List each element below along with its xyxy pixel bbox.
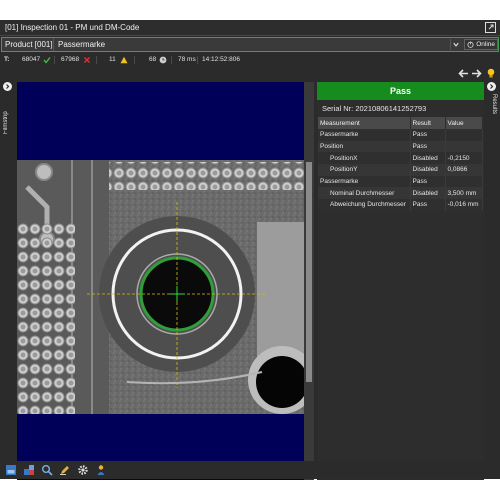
chevron-down-icon[interactable] [450, 39, 461, 50]
status-banner: Pass [317, 82, 484, 100]
arrow-left-icon[interactable] [458, 68, 469, 79]
settings-icon[interactable] [77, 464, 89, 476]
user-icon[interactable] [95, 464, 107, 476]
stats-divider [96, 56, 97, 64]
results-table: Measurement Result Value Passermarke Pas… [318, 117, 483, 211]
stats-duration: 78 ms [178, 56, 196, 63]
edit-icon[interactable] [59, 464, 71, 476]
product-label: Product [001] [5, 40, 53, 49]
cross-icon [84, 57, 90, 63]
result-cell: Pass [410, 140, 446, 153]
value-cell [445, 129, 483, 141]
inspection-image [17, 160, 304, 414]
measurement-cell: Position [318, 140, 411, 153]
expand-filmstrip-button[interactable] [3, 82, 12, 91]
popout-icon[interactable] [485, 22, 496, 33]
app-root: [01] Inspection 01 - PM und DM-Code Prod… [0, 0, 500, 500]
value-cell: -0,2150 [445, 152, 483, 165]
results-rail[interactable]: Results [485, 80, 499, 460]
measurement-cell: Passermarke [318, 175, 411, 188]
result-cell: Disabled [410, 152, 446, 165]
table-row[interactable]: PositionX Disabled -0,2150 [318, 152, 483, 165]
filmstrip-label: Filmstrip [3, 111, 9, 134]
value-cell: 0,0866 [445, 164, 483, 176]
measurement-cell: Passermarke [318, 129, 411, 141]
search-icon[interactable] [41, 464, 53, 476]
check-icon [43, 57, 51, 64]
stats-divider [134, 56, 135, 64]
stats-time: 14:12:52:806 [202, 56, 240, 63]
product-selector[interactable]: Product [001] Passermarke Online [1, 37, 499, 52]
result-cell: Pass [410, 129, 446, 141]
chevron-right-icon [6, 84, 10, 89]
image-viewer[interactable] [17, 82, 314, 480]
result-navigation [458, 68, 498, 80]
column-header-measurement[interactable]: Measurement [318, 117, 411, 129]
serial-number: Serial Nr: 20210806141252793 [322, 104, 427, 113]
stats-total: 68047 [22, 56, 41, 63]
clock-icon [159, 56, 167, 64]
layout-icon[interactable] [23, 464, 35, 476]
arrow-right-icon[interactable] [471, 68, 482, 79]
table-header-row: Measurement Result Value [318, 117, 483, 129]
title-bar: [01] Inspection 01 - PM und DM-Code [0, 20, 500, 36]
table-row[interactable]: PositionY Disabled 0,0866 [318, 164, 483, 176]
results-label: Results [491, 94, 497, 115]
table-row[interactable]: Position Pass [318, 140, 483, 153]
result-cell: Pass [410, 175, 446, 188]
online-button[interactable]: Online [464, 39, 498, 50]
measurement-cell: Abweichung Durchmesser [318, 199, 411, 211]
measurement-cell: PositionY [318, 164, 411, 176]
stats-divider [197, 56, 198, 64]
value-cell [445, 175, 483, 188]
stats-warnings: 68 [149, 56, 157, 63]
value-cell [445, 140, 483, 153]
table-row[interactable]: Passermarke Pass [318, 175, 483, 188]
filmstrip-rail[interactable]: Filmstrip [1, 80, 15, 460]
stats-divider [171, 56, 172, 64]
table-row[interactable]: Passermarke Pass [318, 129, 483, 141]
bulb-icon[interactable] [486, 68, 496, 79]
table-row[interactable]: Abweichung Durchmesser Pass -0,016 mm [318, 199, 483, 211]
result-cell: Pass [410, 199, 446, 211]
viewer-scrollbar-thumb[interactable] [306, 162, 312, 382]
power-icon [467, 41, 474, 48]
expand-results-button[interactable] [487, 82, 496, 91]
chevron-right-icon [490, 84, 494, 89]
bottom-toolbar [0, 461, 500, 479]
image-view-icon[interactable] [5, 464, 17, 476]
stats-divider [54, 56, 55, 64]
stats-bar: T: 68047 67968 11 68 78 ms 14:12:52:806 [0, 54, 500, 66]
column-header-result[interactable]: Result [410, 117, 446, 129]
table-row[interactable]: Nominal Durchmesser Disabled 3,500 mm [318, 187, 483, 200]
stats-passed: 67968 [61, 56, 80, 63]
product-name[interactable]: Passermarke [53, 38, 449, 51]
warning-icon [120, 56, 128, 64]
stats-failed: 11 [109, 56, 116, 63]
online-label: Online [476, 41, 495, 48]
window-title: [01] Inspection 01 - PM und DM-Code [5, 23, 140, 32]
stats-t-label: T: [4, 56, 10, 63]
value-cell: -0,016 mm [445, 199, 483, 211]
inspection-window: [01] Inspection 01 - PM und DM-Code Prod… [0, 20, 500, 480]
value-cell: 3,500 mm [445, 187, 483, 200]
result-cell: Disabled [410, 164, 446, 176]
column-header-value[interactable]: Value [445, 117, 483, 129]
measurement-cell: PositionX [318, 152, 411, 165]
measurement-cell: Nominal Durchmesser [318, 187, 411, 200]
result-cell: Disabled [410, 187, 446, 200]
results-panel: Pass Serial Nr: 20210806141252793 Measur… [317, 82, 484, 480]
